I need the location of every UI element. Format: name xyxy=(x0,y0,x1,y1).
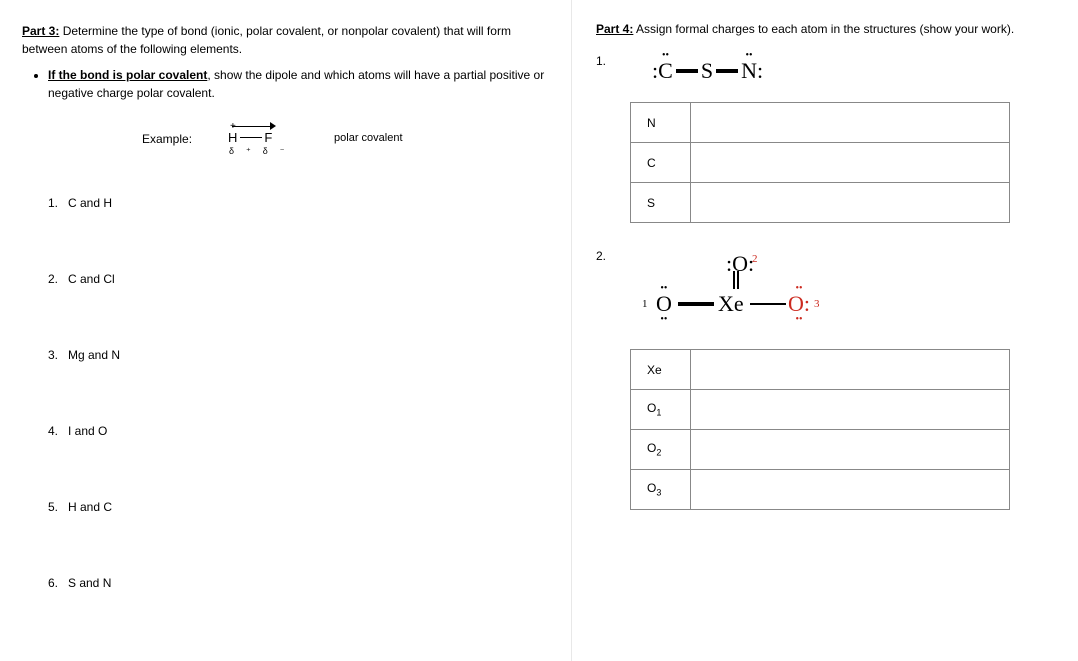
atom-n: ••N xyxy=(741,58,757,84)
p1-number: 1. xyxy=(596,54,610,68)
double-bond-vert-icon xyxy=(737,271,739,289)
lone-pair-right: : xyxy=(757,58,763,83)
atom-s: S xyxy=(701,58,713,84)
q-text: C and H xyxy=(68,196,112,210)
answer-cell[interactable] xyxy=(691,103,1010,143)
part3-intro: Part 3: Determine the type of bond (ioni… xyxy=(22,22,545,58)
part4-label: Part 4: xyxy=(596,22,633,36)
question-item: 4. I and O xyxy=(44,424,545,438)
question-item: 5. H and C xyxy=(44,500,545,514)
atom-c: ••C xyxy=(658,58,673,84)
lone-pair-bottom: •• xyxy=(795,314,802,325)
q-text: H and C xyxy=(68,500,112,514)
hf-deltas: δ⁺δ⁻ xyxy=(229,146,297,157)
lone-pair-top: •• xyxy=(660,283,667,294)
row-label: C xyxy=(631,143,691,183)
lone-pair-right: : xyxy=(804,291,810,316)
polar-covalent-label: polar covalent xyxy=(334,132,403,144)
question-item: 6. S and N xyxy=(44,576,545,590)
question-item: 1. C and H xyxy=(44,196,545,210)
q-text: Mg and N xyxy=(68,348,120,362)
row-label: Xe xyxy=(631,350,691,390)
table-row: O3 xyxy=(631,470,1010,510)
problem-1: 1. :••CS••N: xyxy=(596,50,1056,88)
answer-cell[interactable] xyxy=(691,350,1010,390)
answer-cell[interactable] xyxy=(691,183,1010,223)
atom-h: H xyxy=(228,130,238,145)
p2-answer-table: Xe O1 O2 O3 xyxy=(630,349,1010,510)
table-row: S xyxy=(631,183,1010,223)
q-text: C and Cl xyxy=(68,272,115,286)
atom-xe: Xe xyxy=(718,291,744,317)
table-row: O2 xyxy=(631,430,1010,470)
part4-intro: Part 4: Assign formal charges to each at… xyxy=(596,22,1056,36)
bullet-lead: If the bond is polar covalent xyxy=(48,68,207,82)
hf-diagram: + HF δ⁺δ⁻ xyxy=(228,118,298,166)
part3-bullets: If the bond is polar covalent, show the … xyxy=(48,66,545,102)
lone-pair-top: •• xyxy=(745,50,752,61)
answer-cell[interactable] xyxy=(691,470,1010,510)
part3-column: Part 3: Determine the type of bond (ioni… xyxy=(0,0,572,661)
answer-cell[interactable] xyxy=(691,390,1010,430)
index-1: 1 xyxy=(642,298,648,310)
double-bond-icon xyxy=(676,69,698,73)
question-item: 2. C and Cl xyxy=(44,272,545,286)
p1-answer-table: N C S xyxy=(630,102,1010,223)
double-bond-icon xyxy=(678,302,714,306)
answer-cell[interactable] xyxy=(691,143,1010,183)
question-item: 3. Mg and N xyxy=(44,348,545,362)
part4-text: Assign formal charges to each atom in th… xyxy=(636,22,1014,36)
q-text: I and O xyxy=(68,424,107,438)
hf-formula: HF xyxy=(228,130,273,145)
index-3: 3 xyxy=(814,298,820,310)
atom-o2: :O: xyxy=(726,251,754,277)
single-bond-icon xyxy=(750,303,786,305)
q-text: S and N xyxy=(68,576,111,590)
row-label: N xyxy=(631,103,691,143)
lone-pair-bottom: •• xyxy=(660,314,667,325)
atom-f: F xyxy=(264,130,273,145)
table-row: O1 xyxy=(631,390,1010,430)
row-label: O2 xyxy=(631,430,691,470)
part3-label: Part 3: xyxy=(22,24,59,38)
lone-pair-top: •• xyxy=(662,50,669,61)
double-bond-vert-icon xyxy=(733,271,735,289)
delta-minus: δ⁻ xyxy=(263,146,297,156)
double-bond-icon xyxy=(716,69,738,73)
part4-column: Part 4: Assign formal charges to each at… xyxy=(572,0,1078,661)
p1-structure: :••CS••N: xyxy=(630,50,763,88)
part3-bullet: If the bond is polar covalent, show the … xyxy=(48,66,545,102)
delta-plus: δ⁺ xyxy=(229,146,263,156)
table-row: N xyxy=(631,103,1010,143)
bond-line-icon xyxy=(240,137,262,138)
atom-o3: •• •• O: xyxy=(788,291,810,317)
row-label: O3 xyxy=(631,470,691,510)
q-num: 6. xyxy=(44,576,58,590)
question-list: 1. C and H 2. C and Cl 3. Mg and N 4. I and … xyxy=(44,196,545,590)
q-num: 3. xyxy=(44,348,58,362)
q-num: 2. xyxy=(44,272,58,286)
q-num: 1. xyxy=(44,196,58,210)
q-num: 4. xyxy=(44,424,58,438)
part3-text: Determine the type of bond (ionic, polar… xyxy=(22,24,511,56)
example-row: Example: + HF δ⁺δ⁻ polar covalent xyxy=(142,118,545,168)
row-label: S xyxy=(631,183,691,223)
p2-number: 2. xyxy=(596,249,610,263)
table-row: C xyxy=(631,143,1010,183)
lone-pair-top: •• xyxy=(795,283,802,294)
lone-pair-right: : xyxy=(748,251,754,276)
p2-structure: 1 2 3 :O: •• •• O Xe •• •• O: xyxy=(630,245,850,335)
q-num: 5. xyxy=(44,500,58,514)
problem-2: 2. 1 2 3 :O: •• •• O Xe •• •• O: xyxy=(596,245,1056,335)
atom-o1: •• •• O xyxy=(656,291,672,317)
table-row: Xe xyxy=(631,350,1010,390)
answer-cell[interactable] xyxy=(691,430,1010,470)
example-label: Example: xyxy=(142,132,192,146)
row-label: O1 xyxy=(631,390,691,430)
